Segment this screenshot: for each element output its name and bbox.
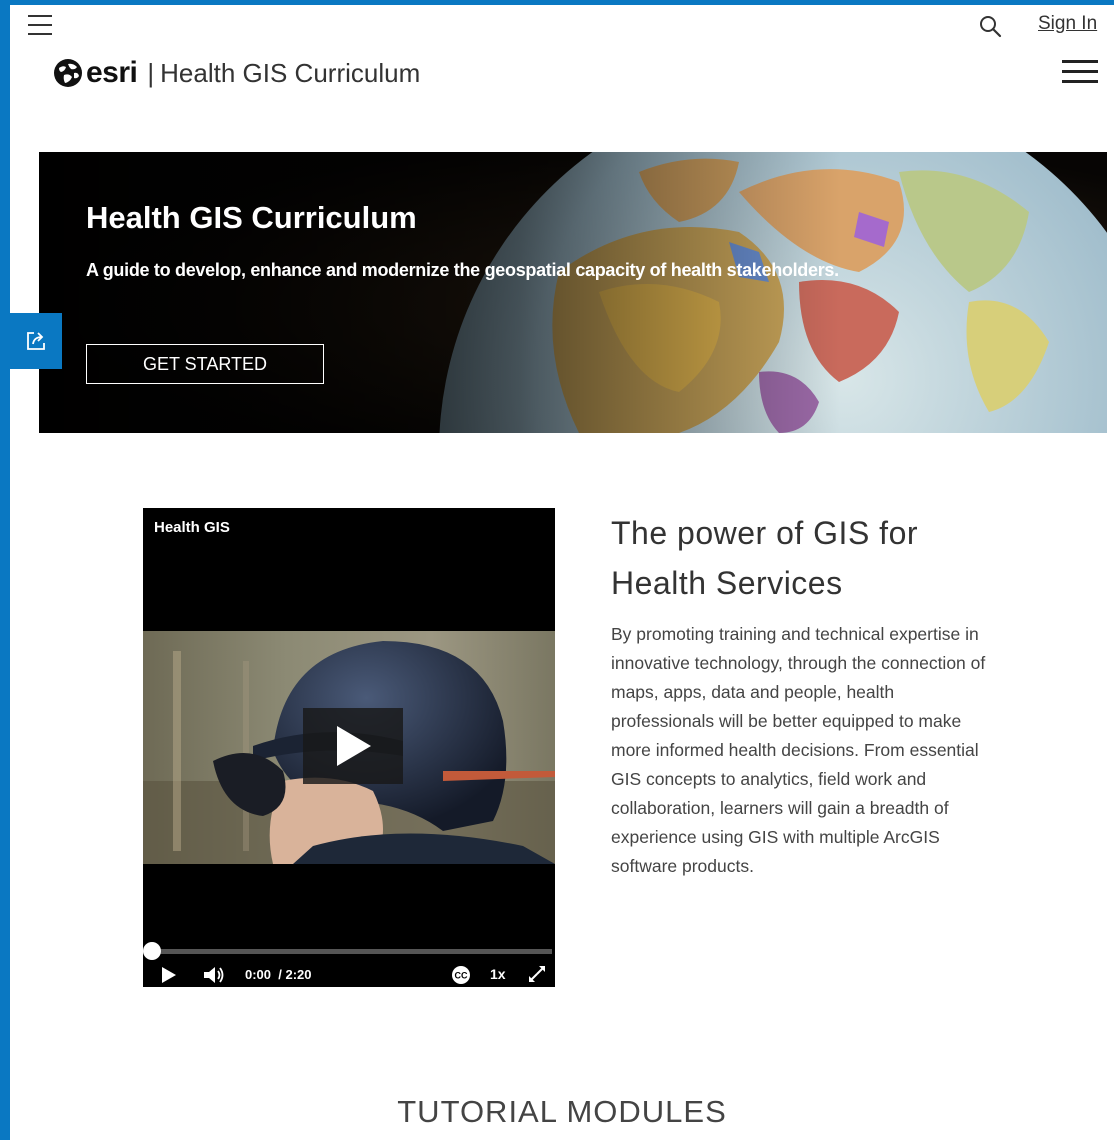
progress-bar[interactable]: [152, 949, 552, 954]
hero-banner: Health GIS Curriculum A guide to develop…: [39, 152, 1107, 433]
tutorial-modules-heading: TUTORIAL MODULES: [397, 1094, 727, 1129]
brand-word: esri: [86, 56, 138, 89]
video-player[interactable]: Health GIS 0:00 / 2:20 CC 1x: [143, 508, 555, 987]
playback-speed[interactable]: 1x: [490, 966, 506, 982]
hero-subtitle: A guide to develop, enhance and moderniz…: [86, 260, 839, 280]
hero-title: Health GIS Curriculum: [86, 200, 417, 235]
progress-handle[interactable]: [143, 942, 161, 960]
share-button[interactable]: [10, 313, 62, 369]
brand-separator: |: [147, 57, 155, 88]
time-display: 0:00 / 2:20: [245, 967, 312, 982]
volume-icon[interactable]: [203, 965, 225, 985]
play-icon: [337, 726, 371, 766]
page: Sign In esri | Health GIS Curriculum Hea…: [10, 5, 1114, 1140]
play-overlay-button[interactable]: [303, 708, 403, 784]
fullscreen-icon[interactable]: [527, 964, 547, 984]
play-icon[interactable]: [161, 966, 177, 984]
video-title: Health GIS: [154, 519, 230, 536]
intro-paragraph: By promoting training and technical expe…: [611, 624, 986, 876]
intro-heading: The power of GIS for Health Services: [611, 515, 919, 601]
menu-icon[interactable]: [26, 13, 54, 37]
sign-in-link[interactable]: Sign In: [1038, 13, 1097, 35]
duration: / 2:20: [278, 967, 312, 982]
site-title: Health GIS Curriculum: [160, 57, 421, 88]
brand-logo[interactable]: esri | Health GIS Curriculum: [52, 53, 420, 93]
closed-captions-icon[interactable]: CC: [451, 965, 471, 985]
search-icon[interactable]: [978, 14, 1002, 38]
globe-image: [39, 152, 1107, 433]
hamburger-menu-icon[interactable]: [1062, 57, 1100, 85]
get-started-button[interactable]: GET STARTED: [86, 344, 324, 384]
esri-globe-icon: [54, 59, 82, 87]
svg-text:CC: CC: [455, 971, 468, 981]
current-time: 0:00: [245, 967, 272, 982]
share-icon: [27, 332, 45, 350]
